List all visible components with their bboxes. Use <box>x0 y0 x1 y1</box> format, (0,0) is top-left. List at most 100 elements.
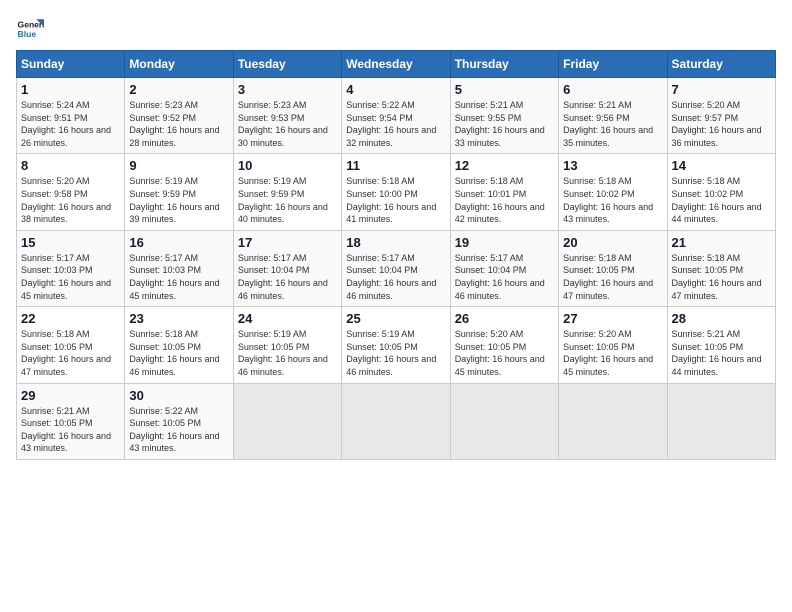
day-number: 9 <box>129 158 228 173</box>
day-info: Sunrise: 5:21 AMSunset: 9:56 PMDaylight:… <box>563 100 653 148</box>
calendar-cell: 12 Sunrise: 5:18 AMSunset: 10:01 PMDaylig… <box>450 154 558 230</box>
day-number: 12 <box>455 158 554 173</box>
calendar-cell: 16 Sunrise: 5:17 AMSunset: 10:03 PMDaylig… <box>125 230 233 306</box>
day-info: Sunrise: 5:20 AMSunset: 9:58 PMDaylight:… <box>21 176 111 224</box>
calendar-cell: 29Sunrise: 5:21 AMSunset: 10:05 PMDaylig… <box>17 383 125 459</box>
calendar-cell: 19 Sunrise: 5:17 AMSunset: 10:04 PMDaylig… <box>450 230 558 306</box>
logo-icon: General Blue <box>16 16 44 44</box>
calendar-cell: 24 Sunrise: 5:19 AMSunset: 10:05 PMDaylig… <box>233 307 341 383</box>
calendar-cell <box>667 383 775 459</box>
day-info: Sunrise: 5:18 AMSunset: 10:00 PMDaylight… <box>346 176 436 224</box>
calendar-cell <box>342 383 450 459</box>
week-row-5: 29Sunrise: 5:21 AMSunset: 10:05 PMDaylig… <box>17 383 776 459</box>
day-info: Sunrise: 5:18 AMSunset: 10:05 PMDaylight… <box>672 253 762 301</box>
day-info: Sunrise: 5:17 AMSunset: 10:03 PMDaylight… <box>21 253 111 301</box>
calendar-cell: 9 Sunrise: 5:19 AMSunset: 9:59 PMDaylight… <box>125 154 233 230</box>
day-number: 22 <box>21 311 120 326</box>
day-info: Sunrise: 5:18 AMSunset: 10:01 PMDaylight… <box>455 176 545 224</box>
day-number: 24 <box>238 311 337 326</box>
day-number: 18 <box>346 235 445 250</box>
day-info: Sunrise: 5:23 AMSunset: 9:52 PMDaylight:… <box>129 100 219 148</box>
day-info: Sunrise: 5:21 AMSunset: 10:05 PMDaylight… <box>672 329 762 377</box>
day-number: 1 <box>21 82 120 97</box>
calendar-cell: 21 Sunrise: 5:18 AMSunset: 10:05 PMDaylig… <box>667 230 775 306</box>
calendar-cell: 3 Sunrise: 5:23 AMSunset: 9:53 PMDaylight… <box>233 78 341 154</box>
day-number: 15 <box>21 235 120 250</box>
day-number: 20 <box>563 235 662 250</box>
calendar-cell: 18Sunrise: 5:17 AMSunset: 10:04 PMDaylig… <box>342 230 450 306</box>
logo: General Blue <box>16 16 44 44</box>
day-info: Sunrise: 5:22 AMSunset: 10:05 PMDaylight… <box>129 406 219 454</box>
day-number: 7 <box>672 82 771 97</box>
calendar-cell: 7 Sunrise: 5:20 AMSunset: 9:57 PMDaylight… <box>667 78 775 154</box>
calendar-cell: 25 Sunrise: 5:19 AMSunset: 10:05 PMDaylig… <box>342 307 450 383</box>
day-number: 2 <box>129 82 228 97</box>
header-tuesday: Tuesday <box>233 51 341 78</box>
calendar-table: SundayMondayTuesdayWednesdayThursdayFrid… <box>16 50 776 460</box>
day-info: Sunrise: 5:22 AMSunset: 9:54 PMDaylight:… <box>346 100 436 148</box>
week-row-4: 22 Sunrise: 5:18 AMSunset: 10:05 PMDaylig… <box>17 307 776 383</box>
calendar-cell <box>559 383 667 459</box>
svg-text:Blue: Blue <box>18 29 37 39</box>
day-info: Sunrise: 5:21 AMSunset: 10:05 PMDaylight… <box>21 406 111 454</box>
day-info: Sunrise: 5:19 AMSunset: 10:05 PMDaylight… <box>346 329 436 377</box>
day-number: 8 <box>21 158 120 173</box>
calendar-header-row: SundayMondayTuesdayWednesdayThursdayFrid… <box>17 51 776 78</box>
calendar-cell: 22 Sunrise: 5:18 AMSunset: 10:05 PMDaylig… <box>17 307 125 383</box>
week-row-3: 15 Sunrise: 5:17 AMSunset: 10:03 PMDaylig… <box>17 230 776 306</box>
day-info: Sunrise: 5:17 AMSunset: 10:04 PMDaylight… <box>455 253 545 301</box>
header-friday: Friday <box>559 51 667 78</box>
calendar-cell <box>450 383 558 459</box>
calendar-cell: 17Sunrise: 5:17 AMSunset: 10:04 PMDaylig… <box>233 230 341 306</box>
header-sunday: Sunday <box>17 51 125 78</box>
day-number: 21 <box>672 235 771 250</box>
calendar-cell: 10 Sunrise: 5:19 AMSunset: 9:59 PMDayligh… <box>233 154 341 230</box>
day-number: 14 <box>672 158 771 173</box>
day-number: 16 <box>129 235 228 250</box>
calendar-cell: 28 Sunrise: 5:21 AMSunset: 10:05 PMDaylig… <box>667 307 775 383</box>
day-number: 23 <box>129 311 228 326</box>
calendar-cell: 27Sunrise: 5:20 AMSunset: 10:05 PMDaylig… <box>559 307 667 383</box>
day-number: 25 <box>346 311 445 326</box>
day-info: Sunrise: 5:18 AMSunset: 10:05 PMDaylight… <box>129 329 219 377</box>
day-info: Sunrise: 5:18 AMSunset: 10:02 PMDaylight… <box>563 176 653 224</box>
day-info: Sunrise: 5:24 AMSunset: 9:51 PMDaylight:… <box>21 100 111 148</box>
day-info: Sunrise: 5:19 AMSunset: 9:59 PMDaylight:… <box>129 176 219 224</box>
day-info: Sunrise: 5:19 AMSunset: 10:05 PMDaylight… <box>238 329 328 377</box>
day-number: 4 <box>346 82 445 97</box>
calendar-cell: 11 Sunrise: 5:18 AMSunset: 10:00 PMDaylig… <box>342 154 450 230</box>
page-header: General Blue <box>16 16 776 44</box>
calendar-cell: 26Sunrise: 5:20 AMSunset: 10:05 PMDaylig… <box>450 307 558 383</box>
day-info: Sunrise: 5:20 AMSunset: 9:57 PMDaylight:… <box>672 100 762 148</box>
calendar-cell: 5 Sunrise: 5:21 AMSunset: 9:55 PMDaylight… <box>450 78 558 154</box>
calendar-cell: 6Sunrise: 5:21 AMSunset: 9:56 PMDaylight… <box>559 78 667 154</box>
day-number: 11 <box>346 158 445 173</box>
header-saturday: Saturday <box>667 51 775 78</box>
day-number: 13 <box>563 158 662 173</box>
calendar-cell <box>233 383 341 459</box>
day-info: Sunrise: 5:21 AMSunset: 9:55 PMDaylight:… <box>455 100 545 148</box>
day-number: 19 <box>455 235 554 250</box>
calendar-cell: 4 Sunrise: 5:22 AMSunset: 9:54 PMDaylight… <box>342 78 450 154</box>
day-number: 30 <box>129 388 228 403</box>
day-info: Sunrise: 5:20 AMSunset: 10:05 PMDaylight… <box>455 329 545 377</box>
calendar-cell: 23 Sunrise: 5:18 AMSunset: 10:05 PMDaylig… <box>125 307 233 383</box>
day-info: Sunrise: 5:19 AMSunset: 9:59 PMDaylight:… <box>238 176 328 224</box>
day-number: 5 <box>455 82 554 97</box>
calendar-cell: 13 Sunrise: 5:18 AMSunset: 10:02 PMDaylig… <box>559 154 667 230</box>
week-row-1: 1 Sunrise: 5:24 AMSunset: 9:51 PMDaylight… <box>17 78 776 154</box>
calendar-cell: 8 Sunrise: 5:20 AMSunset: 9:58 PMDaylight… <box>17 154 125 230</box>
day-info: Sunrise: 5:23 AMSunset: 9:53 PMDaylight:… <box>238 100 328 148</box>
calendar-cell: 1 Sunrise: 5:24 AMSunset: 9:51 PMDaylight… <box>17 78 125 154</box>
day-info: Sunrise: 5:17 AMSunset: 10:04 PMDaylight… <box>238 253 328 301</box>
day-info: Sunrise: 5:18 AMSunset: 10:05 PMDaylight… <box>563 253 653 301</box>
header-wednesday: Wednesday <box>342 51 450 78</box>
day-info: Sunrise: 5:18 AMSunset: 10:05 PMDaylight… <box>21 329 111 377</box>
day-number: 28 <box>672 311 771 326</box>
day-info: Sunrise: 5:17 AMSunset: 10:03 PMDaylight… <box>129 253 219 301</box>
calendar-cell: 14Sunrise: 5:18 AMSunset: 10:02 PMDaylig… <box>667 154 775 230</box>
day-number: 3 <box>238 82 337 97</box>
header-monday: Monday <box>125 51 233 78</box>
day-info: Sunrise: 5:20 AMSunset: 10:05 PMDaylight… <box>563 329 653 377</box>
day-number: 10 <box>238 158 337 173</box>
